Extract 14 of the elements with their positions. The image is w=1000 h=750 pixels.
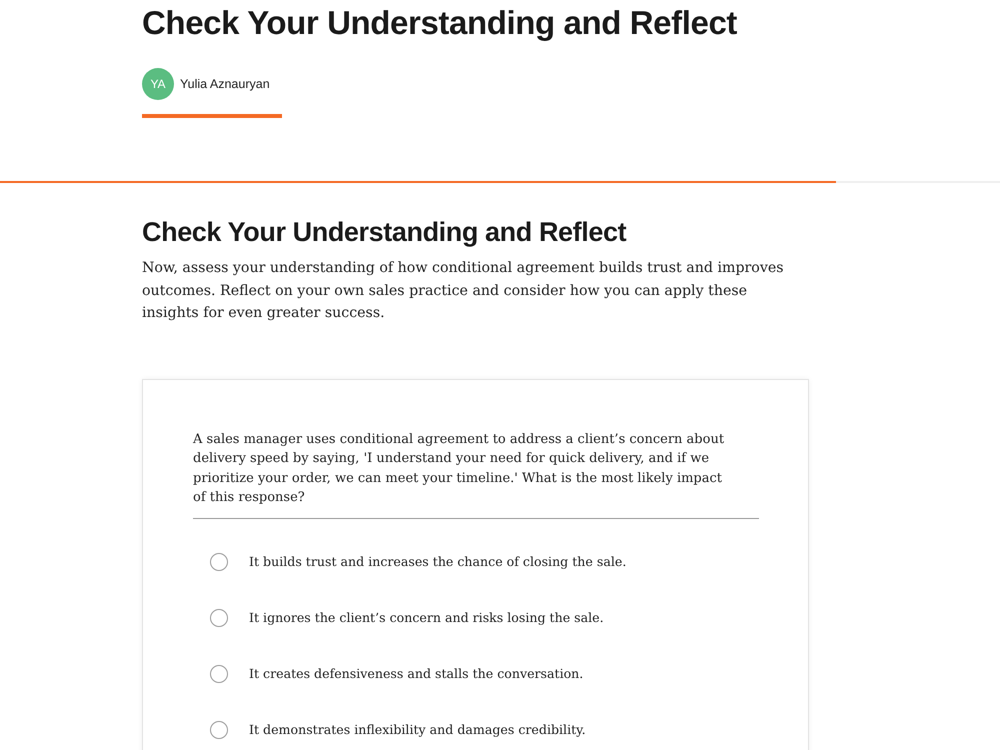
question-text: A sales manager uses conditional agreement to address a client’s concern about delivery speed by saying, 'I understand your need for quick delivery, and if we prioritize your order, we can meet your timeline.' What is the most likely impact of this response? bbox=[193, 430, 726, 507]
option-label[interactable]: It creates defensiveness and stalls the conversation. bbox=[249, 666, 584, 681]
lesson-title: Check Your Understanding and Reflect bbox=[142, 3, 738, 43]
radio-button[interactable] bbox=[210, 664, 228, 682]
option-label[interactable]: It demonstrates inflexibility and damages credibility. bbox=[249, 722, 586, 737]
avatar: YA bbox=[142, 68, 174, 100]
radio-button[interactable] bbox=[210, 552, 228, 570]
option-label[interactable]: It ignores the client’s concern and risks losing the sale. bbox=[249, 610, 604, 625]
radio-button[interactable] bbox=[210, 720, 228, 738]
author-name: Yulia Aznauryan bbox=[180, 77, 270, 91]
radio-button[interactable] bbox=[210, 608, 228, 626]
intro-paragraph: Now, assess your understanding of how conditional agreement builds trust and improves outcomes. Reflect on your own sales practice and consider how you can apply these insights for even greater success. bbox=[142, 259, 785, 323]
section-heading: Check Your Understanding and Reflect bbox=[142, 216, 628, 249]
option-label[interactable]: It builds trust and increases the chance of closing the sale. bbox=[249, 554, 626, 569]
